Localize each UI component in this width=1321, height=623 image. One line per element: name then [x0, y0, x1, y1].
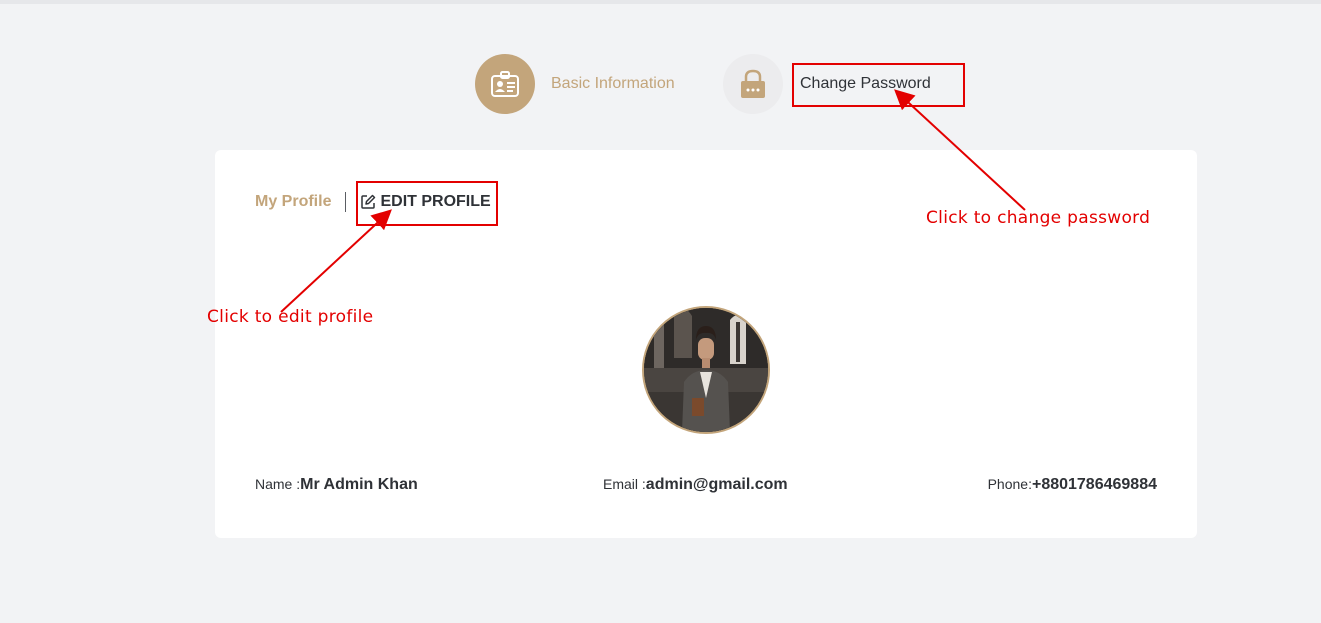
change-password-arrow	[894, 89, 1026, 211]
change-password-hint: Click to change password	[926, 208, 1151, 228]
annotation-arrows	[280, 89, 1026, 313]
edit-profile-arrow	[280, 209, 392, 313]
edit-profile-hint: Click to edit profile	[207, 307, 374, 327]
